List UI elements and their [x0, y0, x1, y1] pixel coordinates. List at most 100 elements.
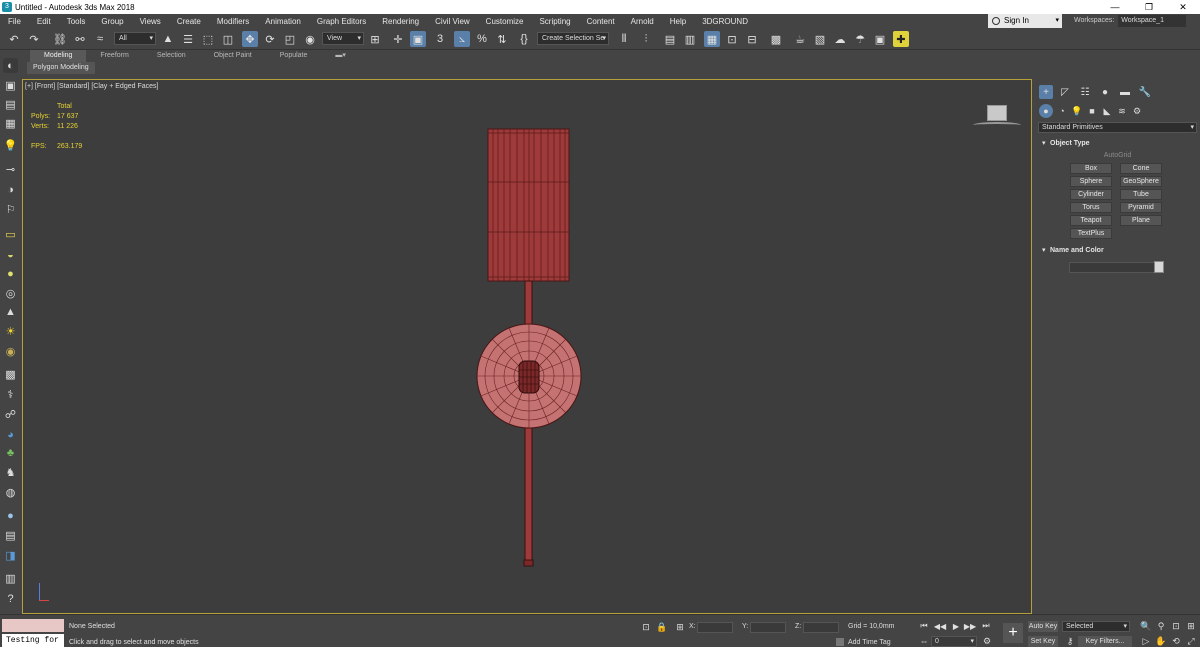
helpers-icon[interactable]: ⚐ — [3, 202, 18, 217]
layer-list-icon[interactable]: ▤ — [3, 528, 18, 543]
sun-icon[interactable]: ☀ — [3, 324, 18, 339]
z-coord-field[interactable] — [803, 622, 839, 633]
isolate-selection-icon[interactable]: ⊡ — [640, 621, 652, 633]
menu-help[interactable]: Help — [662, 17, 694, 26]
schematic-view-icon[interactable]: ⊟ — [744, 31, 760, 47]
orbit-icon[interactable]: ⟲ — [1170, 635, 1182, 647]
pivot-center-icon[interactable]: ⊞ — [367, 31, 383, 47]
utilities-tab-icon[interactable]: 🔧 — [1138, 85, 1152, 99]
geometry-category-icon[interactable]: ● — [1039, 104, 1053, 118]
layer-explorer-icon[interactable]: ▥ — [682, 31, 698, 47]
render-production-icon[interactable]: ☁ — [832, 31, 848, 47]
scene-explorer-icon[interactable]: ▤ — [662, 31, 678, 47]
help-icon[interactable]: ? — [3, 591, 18, 606]
selection-lock-icon[interactable]: 🔒 — [656, 621, 668, 633]
cylinder-button[interactable]: Cylinder — [1070, 189, 1112, 200]
select-and-rotate-icon[interactable]: ⟳ — [262, 31, 278, 47]
tab-object-paint[interactable]: Object Paint — [200, 50, 266, 62]
y-coord-field[interactable] — [750, 622, 786, 633]
set-key-button[interactable]: Set Key — [1028, 636, 1058, 647]
close-button[interactable]: ✕ — [1166, 0, 1200, 14]
percent-snap-icon[interactable]: % — [474, 31, 490, 47]
select-and-scale-icon[interactable]: ◰ — [282, 31, 298, 47]
maxscript-output[interactable] — [2, 619, 64, 632]
sphere-display-icon[interactable]: ● — [3, 266, 18, 281]
camera-icon[interactable]: ⊸ — [3, 162, 18, 177]
snaps-toggle-icon[interactable]: 3 — [432, 31, 448, 47]
box-button[interactable]: Box — [1070, 163, 1112, 174]
keyboard-shortcut-override-icon[interactable]: ▣ — [410, 31, 426, 47]
key-filters-button[interactable]: Key Filters... — [1078, 636, 1132, 647]
menu-customize[interactable]: Customize — [478, 17, 532, 26]
object-name-field[interactable] — [1069, 262, 1157, 273]
front-viewport[interactable]: [+] [Front] [Standard] [Clay + Edged Fac… — [22, 79, 1032, 614]
pan-icon[interactable]: ✋ — [1155, 635, 1167, 647]
material-editor-icon[interactable]: ▩ — [768, 31, 784, 47]
textplus-button[interactable]: TextPlus — [1070, 228, 1112, 239]
foliage-icon[interactable]: ♣ — [3, 445, 18, 460]
ribbon-options-icon[interactable]: ▬▾ — [321, 50, 360, 62]
display-selected-icon[interactable]: ▣ — [3, 78, 18, 93]
display-none-icon[interactable]: ▤ — [3, 97, 18, 112]
zoom-icon[interactable]: 🔍 — [1140, 620, 1152, 632]
name-and-color-rollout-header[interactable]: Name and Color — [1038, 245, 1197, 257]
select-and-place-icon[interactable]: ◉ — [302, 31, 318, 47]
character-icon[interactable]: ♞ — [3, 465, 18, 480]
tab-selection[interactable]: Selection — [143, 50, 200, 62]
spinner-snap-icon[interactable]: ⇅ — [494, 31, 510, 47]
link-icon[interactable]: ⛓ — [52, 31, 68, 47]
key-filter-icon[interactable]: ⚷ — [1064, 635, 1076, 647]
3dground-plugin-icon[interactable]: ✚ — [893, 31, 909, 47]
select-and-move-icon[interactable]: ✥ — [242, 31, 258, 47]
hierarchy-tab-icon[interactable]: ☷ — [1078, 85, 1092, 99]
maxscript-input[interactable]: Testing for : — [2, 634, 64, 647]
window-crossing-icon[interactable]: ◫ — [220, 31, 236, 47]
edit-named-selection-icon[interactable]: {} — [516, 31, 532, 47]
menu-content[interactable]: Content — [579, 17, 623, 26]
render-in-cloud-icon[interactable]: ▣ — [872, 31, 888, 47]
menu-3dground[interactable]: 3DGROUND — [694, 17, 756, 26]
object-type-rollout-header[interactable]: Object Type — [1038, 138, 1197, 150]
selection-set-dropdown[interactable]: Selected — [1062, 621, 1130, 632]
angle-snap-icon[interactable]: ⦣ — [454, 31, 470, 47]
menu-edit[interactable]: Edit — [29, 17, 59, 26]
menu-rendering[interactable]: Rendering — [374, 17, 427, 26]
field-of-view-icon[interactable]: ▷ — [1140, 635, 1152, 647]
menu-tools[interactable]: Tools — [59, 17, 94, 26]
tab-freeform[interactable]: Freeform — [86, 50, 142, 62]
menu-animation[interactable]: Animation — [257, 17, 309, 26]
torus-button[interactable]: Torus — [1070, 202, 1112, 213]
x-coord-field[interactable] — [697, 622, 733, 633]
selection-filter-dropdown[interactable]: All — [114, 32, 156, 45]
curve-editor-icon[interactable]: ⊡ — [724, 31, 740, 47]
tab-populate[interactable]: Populate — [266, 50, 322, 62]
menu-arnold[interactable]: Arnold — [623, 17, 662, 26]
scene-explorer-toggle-icon[interactable]: ◐ — [3, 58, 18, 73]
named-selection-dropdown[interactable]: Create Selection Se — [537, 32, 609, 45]
menu-modifiers[interactable]: Modifiers — [209, 17, 257, 26]
workspace-dropdown[interactable]: Workspace_1 — [1118, 15, 1186, 27]
maximize-button[interactable]: ❐ — [1132, 0, 1166, 14]
sphere-button[interactable]: Sphere — [1070, 176, 1112, 187]
bind-space-warp-icon[interactable]: ≈ — [92, 31, 108, 47]
bone-icon[interactable]: ⚕ — [3, 387, 18, 402]
helpers-category-icon[interactable]: ◣ — [1100, 104, 1114, 118]
menu-file[interactable]: File — [0, 17, 29, 26]
menu-scripting[interactable]: Scripting — [531, 17, 578, 26]
sconce-model[interactable] — [23, 80, 1033, 615]
select-by-name-icon[interactable]: ☰ — [180, 31, 196, 47]
geometry-icon[interactable]: ◑ — [3, 182, 18, 197]
zoom-extents-icon[interactable]: ⊡ — [1170, 620, 1182, 632]
rendered-frame-icon[interactable]: ▧ — [812, 31, 828, 47]
menu-views[interactable]: Views — [132, 17, 169, 26]
undo-icon[interactable]: ↶ — [6, 31, 22, 47]
set-key-big-icon[interactable]: + — [1003, 623, 1023, 643]
redo-icon[interactable]: ↷ — [26, 31, 42, 47]
light-bulb-icon[interactable]: 💡 — [3, 138, 18, 153]
shapes-category-icon[interactable]: ◔ — [1055, 104, 1069, 118]
geosphere-button[interactable]: GeoSphere — [1120, 176, 1162, 187]
mirror-icon[interactable]: ⫴ — [616, 31, 632, 47]
pyramid-button[interactable]: Pyramid — [1120, 202, 1162, 213]
menu-civil-view[interactable]: Civil View — [427, 17, 478, 26]
globe-icon[interactable]: ◕ — [3, 427, 18, 442]
